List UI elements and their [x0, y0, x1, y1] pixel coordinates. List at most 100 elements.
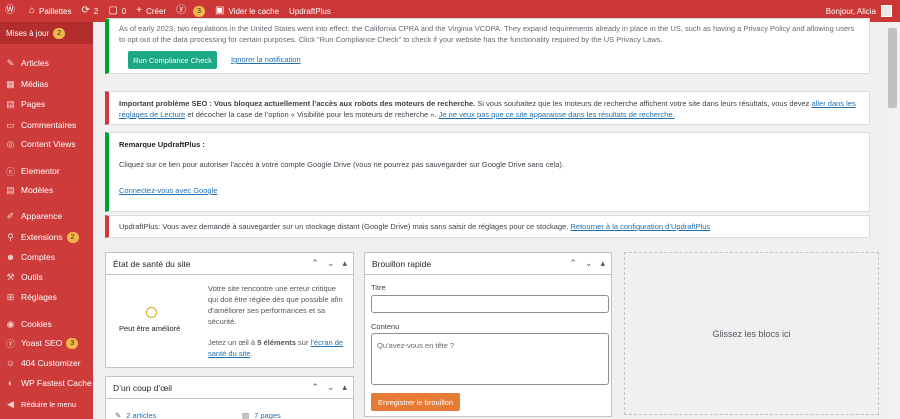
privacy-notice: As of early 2023, two regulations in the…: [105, 18, 870, 74]
updraft-config-link[interactable]: Retourner à la configuration d’UpdraftPl…: [571, 222, 711, 231]
chevron-down-icon[interactable]: ⌄: [327, 382, 335, 393]
health-description: Votre site rencontre une erreur critique…: [208, 284, 343, 326]
sidebar-item-plugins[interactable]: ⚲ Extensions 2: [0, 229, 93, 245]
sidebar-item-elementor[interactable]: ⓔ Elementor: [0, 163, 93, 179]
updraft-warning-body: UpdraftPlus: Vous avez demandé à sauvega…: [119, 222, 571, 231]
sidebar-item-cookies[interactable]: ◉ Cookies: [0, 316, 93, 332]
avatar: [881, 5, 892, 17]
health-status-circle-icon: [146, 307, 157, 318]
sidebar-item-wp-fastest-cache[interactable]: ◐ WP Fastest Cache: [0, 375, 93, 391]
main-content: As of early 2023, two regulations in the…: [93, 18, 900, 419]
draft-content-textarea[interactable]: Qu’avez-vous en tête ?: [371, 333, 609, 385]
health-items-text: Jetez un œil à 5 éléments sur l’écran de…: [208, 337, 348, 359]
sidebar-item-yoast[interactable]: ⓨ Yoast SEO 3: [0, 335, 93, 351]
plugins-icon: ⚲: [7, 231, 14, 242]
yoast-icon: ⓨ: [176, 5, 187, 16]
yoast-icon: ⓨ: [5, 338, 15, 349]
sidebar-item-comments[interactable]: ▭ Commentaires: [0, 117, 93, 133]
yoast-badge: 3: [193, 5, 206, 17]
hide-from-search-link[interactable]: Je ne veux pas que ce site apparaisse da…: [439, 110, 675, 119]
sidebar-item-users[interactable]: ☻ Comptes: [0, 249, 93, 265]
updraft-notice: Remarque UpdraftPlus : Cliquez sur ce li…: [105, 132, 870, 212]
sidebar-item-settings[interactable]: ⊞ Réglages: [0, 289, 93, 305]
at-a-glance-widget: D’un coup d’œil ⌃ ⌄ ▴ ✎ 2 articles ▤ 7 pag…: [105, 376, 354, 419]
brush-icon: ✐: [6, 210, 15, 221]
plus-icon: +: [136, 5, 143, 16]
drop-zone-label: Glissez les blocs ici: [712, 328, 791, 339]
articles-count-label: 2 articles: [126, 411, 157, 419]
at-a-glance-title: D’un coup d’œil: [113, 382, 173, 393]
templates-icon: ▤: [6, 184, 15, 195]
run-compliance-check-button[interactable]: Run Compliance Check: [128, 51, 217, 69]
draft-title-label: Titre: [371, 283, 386, 292]
toggle-panel-icon[interactable]: ▴: [342, 258, 347, 269]
health-items-end: .: [250, 349, 253, 358]
page-scrollbar[interactable]: [885, 22, 900, 419]
site-name-link[interactable]: ⌂ Paillettes: [24, 0, 77, 22]
site-health-header: État de santé du site ⌃ ⌄ ▴: [106, 253, 353, 275]
pin-icon: ✎: [6, 57, 15, 68]
site-health-widget: État de santé du site ⌃ ⌄ ▴ Peut être am…: [105, 252, 354, 368]
health-status-label: Peut être amélioré: [119, 324, 181, 333]
sidebar-item-content-views[interactable]: ◎ Content Views: [0, 136, 93, 152]
connect-google-link[interactable]: Connectez-vous avec Google: [119, 185, 217, 196]
sidebar-item-templates[interactable]: ▤ Modèles: [0, 182, 93, 198]
toggle-panel-icon[interactable]: ▴: [600, 258, 605, 269]
cv-icon: ◎: [6, 138, 15, 149]
draft-title-input[interactable]: [371, 295, 609, 313]
cache-icon: ◐: [7, 378, 14, 388]
chevron-up-icon[interactable]: ⌃: [311, 258, 319, 269]
seo-notice-body-2: et décocher la case de l’option « Visibi…: [185, 110, 439, 119]
save-draft-button[interactable]: Enregistrer le brouillon: [371, 393, 460, 411]
sidebar-item-404-customizer[interactable]: ☺ 404 Customizer: [0, 355, 93, 371]
site-health-title: État de santé du site: [113, 258, 191, 269]
scrollbar-thumb[interactable]: [888, 28, 897, 108]
wordpress-logo-icon[interactable]: Ⓦ: [0, 0, 24, 22]
cookie-icon: ◉: [6, 318, 15, 329]
chevron-up-icon[interactable]: ⌃: [311, 382, 319, 393]
pages-count-link[interactable]: ▤ 7 pages: [242, 411, 281, 419]
home-icon: ⌂: [29, 5, 36, 16]
quick-draft-header: Brouillon rapide ⌃ ⌄ ▴: [365, 253, 611, 275]
ignore-notice-link[interactable]: Ignorer la notification: [231, 55, 301, 64]
seo-notice-body: Si vous souhaitez que les moteurs de rec…: [475, 99, 812, 108]
yoast-seo-badge: 3: [66, 337, 79, 349]
updates-link[interactable]: ⟳ 2: [77, 0, 104, 22]
seo-notice: Important problème SEO : Vous bloquez ac…: [105, 91, 870, 125]
users-icon: ☻: [5, 252, 16, 262]
chevron-down-icon[interactable]: ⌄: [327, 258, 335, 269]
chevron-down-icon[interactable]: ⌄: [585, 258, 593, 269]
health-items-mid: sur: [295, 338, 311, 347]
media-icon: ▦: [6, 78, 15, 89]
draft-content-placeholder: Qu’avez-vous en tête ?: [377, 341, 455, 350]
updraft-notice-text: Cliquez sur ce lien pour autoriser l'acc…: [119, 160, 564, 169]
pin-icon: ✎: [115, 411, 122, 419]
comment-icon: ▢: [108, 5, 118, 16]
collapse-menu-button[interactable]: ◀ Réduire le menu: [0, 396, 93, 412]
sidebar-item-tools[interactable]: ⚒ Outils: [0, 269, 93, 285]
greeting: Bonjour, Alicia: [825, 6, 876, 16]
privacy-notice-text: As of early 2023, two regulations in the…: [119, 24, 855, 44]
customizer-icon: ☺: [5, 358, 16, 368]
widget-drop-zone[interactable]: Glissez les blocs ici: [624, 252, 879, 415]
sidebar-item-updates[interactable]: Mises à jour 2: [0, 22, 93, 44]
updraft-notice-title: Remarque UpdraftPlus :: [119, 140, 205, 149]
pages-count-label: 7 pages: [254, 411, 281, 419]
sidebar-item-media[interactable]: ▦ Médias: [0, 76, 93, 92]
seo-notice-strong: Important problème SEO : Vous bloquez ac…: [119, 99, 476, 108]
sidebar-item-articles[interactable]: ✎ Articles: [0, 55, 93, 71]
articles-count-link[interactable]: ✎ 2 articles: [115, 411, 156, 419]
account-menu[interactable]: Bonjour, Alicia: [826, 5, 900, 17]
at-a-glance-header: D’un coup d’œil ⌃ ⌄ ▴: [106, 377, 353, 399]
toggle-panel-icon[interactable]: ▴: [342, 382, 347, 393]
chevron-up-icon[interactable]: ⌃: [569, 258, 577, 269]
sidebar-item-pages[interactable]: ▤ Pages: [0, 96, 93, 112]
plugins-badge: 2: [66, 231, 79, 243]
comments-icon: ▭: [6, 119, 15, 130]
sidebar-item-appearance[interactable]: ✐ Apparence: [0, 208, 93, 224]
updates-badge: 2: [53, 27, 66, 39]
admin-sidebar: Mises à jour 2 ✎ Articles ▦ Médias ▤ Pages …: [0, 22, 93, 419]
elementor-icon: ⓔ: [5, 166, 15, 177]
settings-icon: ⊞: [6, 291, 15, 302]
refresh-icon: ⟳: [81, 5, 90, 16]
